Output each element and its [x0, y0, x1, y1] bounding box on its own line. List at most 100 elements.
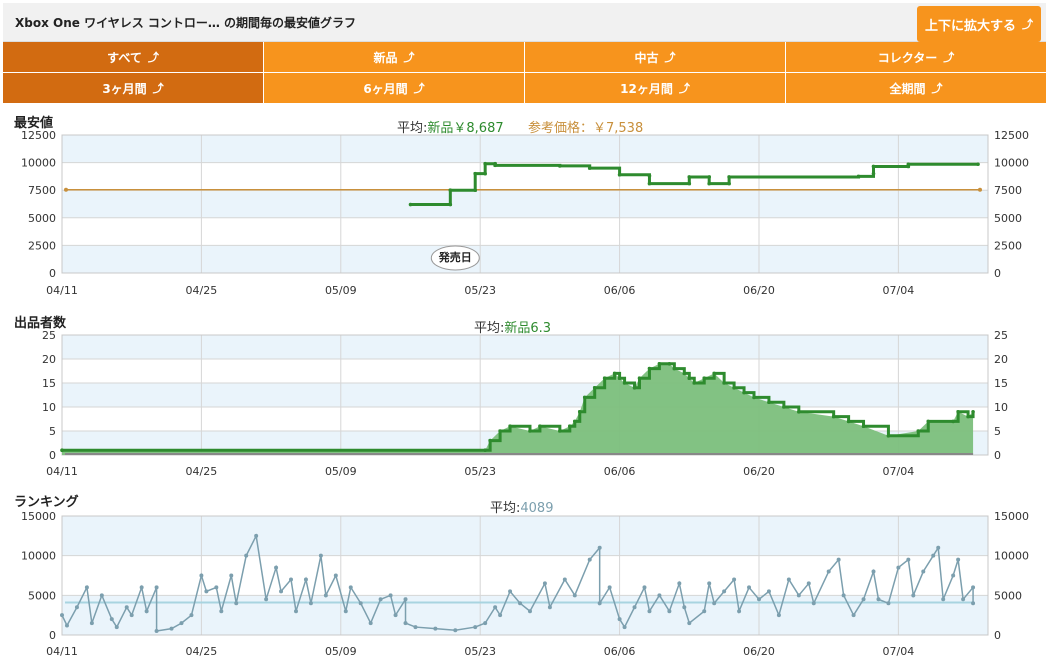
data-point [876, 597, 881, 602]
x-tick-label: 07/04 [883, 645, 915, 658]
tab-new[interactable]: 新品 ⤴ [264, 42, 525, 72]
data-point [702, 609, 707, 614]
data-point [782, 405, 786, 409]
y-tick-label-right: 5000 [994, 589, 1022, 602]
data-point [612, 371, 617, 376]
tab-label: 12ヶ月間 [620, 81, 673, 96]
x-tick-label: 04/25 [186, 465, 218, 478]
tab-label: 新品 [373, 50, 398, 65]
tab-used[interactable]: 中古 ⤴ [525, 42, 786, 72]
data-point [871, 171, 876, 176]
y-tick-label-right: 15 [994, 377, 1008, 390]
data-point [637, 376, 642, 381]
data-point [712, 601, 717, 606]
data-point [687, 175, 692, 179]
data-point [657, 362, 662, 366]
data-point [941, 597, 946, 602]
data-point [597, 601, 602, 606]
data-point [109, 617, 114, 622]
y-tick-label-left: 0 [49, 449, 56, 462]
data-point [562, 577, 567, 582]
data-point [961, 597, 966, 602]
tab-3-months[interactable]: 3ヶ月間 ⤴ [3, 73, 264, 103]
data-point [169, 626, 174, 631]
data-point [971, 601, 976, 606]
data-point [707, 181, 712, 186]
data-point [508, 589, 513, 594]
data-point [906, 557, 911, 562]
x-tick-label: 07/04 [883, 465, 915, 478]
data-point [971, 585, 976, 590]
charts-area: 04/11 04/25 05/09 05/23 06/06 06/20 07/040 0250… [14, 115, 1029, 658]
tab-all[interactable]: すべて ⤴ [3, 42, 264, 72]
reference-price-label: 参考価格：￥7,538 [528, 120, 643, 136]
chart-title: ランキング [14, 494, 79, 510]
trend-arrow-icon: ⤴ [147, 51, 159, 64]
data-point [951, 573, 956, 578]
tab-label: コレクター [877, 50, 938, 65]
y-tick-label-right: 7500 [994, 184, 1022, 197]
data-point [289, 577, 294, 582]
data-point [358, 601, 363, 606]
data-point [60, 448, 64, 453]
data-point [677, 581, 682, 586]
trend-arrow-icon: ⤴ [413, 82, 425, 95]
tab-collector[interactable]: コレクター ⤴ [786, 42, 1046, 72]
x-tick-label: 05/23 [464, 284, 496, 297]
data-point [796, 593, 801, 598]
data-point [587, 557, 592, 562]
data-point [767, 400, 771, 405]
data-point [647, 609, 652, 614]
reference-point [64, 187, 68, 192]
tab-all-period[interactable]: 全期間 ⤴ [786, 73, 1046, 103]
data-point [936, 545, 941, 550]
data-point [826, 569, 831, 574]
data-point [433, 626, 438, 631]
data-point [572, 593, 577, 598]
average-prefix: 平均: [397, 121, 427, 136]
data-point [189, 613, 194, 618]
x-tick-label: 05/09 [325, 465, 357, 478]
data-point [493, 163, 497, 168]
data-point [323, 593, 328, 598]
tab-6-months[interactable]: 6ヶ月間 ⤴ [264, 73, 525, 103]
y-tick-label-left: 20 [42, 353, 56, 366]
data-point [976, 162, 980, 167]
data-point [747, 585, 752, 590]
price-history-widget: Xbox One ワイヤレス コントロー… の期間毎の最安値グラフ 上下に拡大す… [0, 0, 1049, 665]
data-point [527, 609, 532, 614]
average-value: 4089 [520, 501, 553, 516]
data-point [538, 424, 542, 429]
data-point [592, 386, 597, 390]
data-point [956, 557, 961, 562]
tab-12-months[interactable]: 12ヶ月間 ⤴ [525, 73, 786, 103]
data-point [921, 569, 926, 574]
data-point [498, 429, 502, 433]
expand-vertical-button[interactable]: 上下に拡大する ⤴ [917, 6, 1041, 42]
data-point [308, 601, 313, 606]
data-point [393, 613, 398, 618]
data-point [682, 371, 687, 376]
data-point [254, 533, 259, 538]
data-point [154, 585, 159, 590]
data-point [647, 174, 652, 178]
data-point [911, 593, 916, 598]
data-point [274, 565, 279, 570]
data-point [617, 617, 622, 622]
x-tick-label: 06/06 [604, 645, 636, 658]
data-point [453, 628, 458, 633]
chart-title: 出品者数 [14, 315, 67, 331]
x-tick-label: 06/20 [743, 645, 775, 658]
data-point [378, 597, 383, 602]
page-title: Xbox One ワイヤレス コントロー… の期間毎の最安値グラフ [15, 16, 357, 30]
y-tick-label-right: 10000 [994, 157, 1029, 170]
data-point [483, 161, 487, 166]
data-point [622, 381, 627, 385]
data-point [318, 553, 323, 558]
tab-label: 全期間 [889, 81, 926, 96]
trend-arrow-icon: ⤴ [664, 51, 676, 64]
data-point [303, 577, 308, 582]
trend-arrow-icon: ⤴ [943, 51, 955, 64]
data-point [333, 573, 338, 578]
data-point [587, 166, 592, 170]
